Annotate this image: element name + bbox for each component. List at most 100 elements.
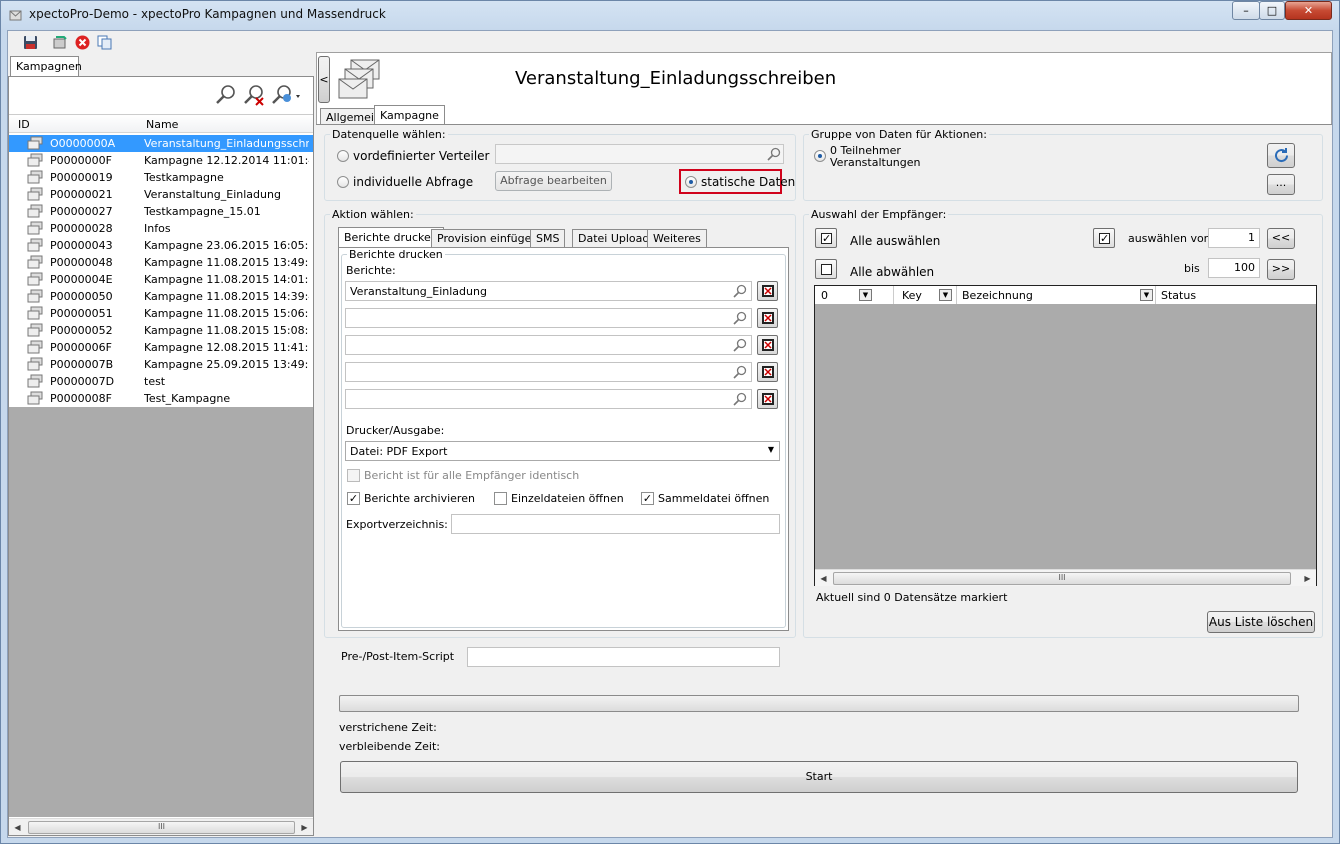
list-item[interactable]: P00000019 Testkampagne <box>9 169 313 186</box>
list-item[interactable]: O0000000A Veranstaltung_Einladungsschrei.… <box>9 135 313 152</box>
einzeldateien-checkbox[interactable] <box>494 492 507 505</box>
tab-sms[interactable]: SMS <box>530 229 566 248</box>
refresh-group-button[interactable] <box>1267 143 1295 168</box>
gruppe-legend: Gruppe von Daten für Aktionen: <box>809 128 989 141</box>
delete-icon[interactable] <box>74 34 91 51</box>
to-input[interactable]: 100 <box>1208 258 1260 278</box>
prev-range-button[interactable]: << <box>1267 228 1295 249</box>
next-range-button[interactable]: >> <box>1267 259 1295 280</box>
tab-kampagne[interactable]: Kampagne <box>374 105 445 125</box>
report-input[interactable] <box>345 335 752 355</box>
list-item[interactable]: P00000043 Kampagne 23.06.2015 16:05:13... <box>9 237 313 254</box>
list-item[interactable]: P00000048 Kampagne 11.08.2015 13:49:35... <box>9 254 313 271</box>
list-item[interactable]: P0000004E Kampagne 11.08.2015 14:01:52... <box>9 271 313 288</box>
report-input[interactable] <box>345 362 752 382</box>
report-input[interactable]: Veranstaltung_Einladung <box>345 281 752 301</box>
campaign-icon <box>27 340 43 354</box>
scroll-right-arrow[interactable]: ▶ <box>296 819 313 836</box>
list-item[interactable]: P0000006F Kampagne 12.08.2015 11:41:07... <box>9 339 313 356</box>
minimize-button[interactable]: – <box>1232 1 1260 20</box>
collapse-panel-button[interactable]: < <box>318 56 330 103</box>
grid-col-bezeichnung[interactable]: Bezeichnung <box>962 289 1033 302</box>
left-hscrollbar[interactable]: ◀ III ▶ <box>9 818 313 835</box>
save-icon[interactable] <box>22 34 39 51</box>
list-item[interactable]: P00000052 Kampagne 11.08.2015 15:08:07... <box>9 322 313 339</box>
filter-dropdown-icon[interactable]: ▼ <box>1140 289 1153 301</box>
scroll-left-arrow[interactable]: ◀ <box>815 570 832 587</box>
report-input[interactable] <box>345 308 752 328</box>
tab-provision-einfuegen[interactable]: Provision einfügen <box>431 229 545 248</box>
scroll-thumb[interactable]: III <box>28 821 295 834</box>
maximize-button[interactable]: □ <box>1259 1 1285 20</box>
tab-berichte-drucken[interactable]: Berichte drucken <box>338 227 444 248</box>
list-item[interactable]: P00000051 Kampagne 11.08.2015 15:06:56... <box>9 305 313 322</box>
scroll-left-arrow[interactable]: ◀ <box>9 819 26 836</box>
abfrage-bearbeiten-button[interactable]: Abfrage bearbeiten <box>495 171 612 191</box>
magnifier-icon[interactable] <box>733 311 747 325</box>
from-input[interactable]: 1 <box>1208 228 1260 248</box>
grid-col-status[interactable]: Status <box>1161 289 1196 302</box>
close-button[interactable]: ✕ <box>1285 1 1332 20</box>
grid-scroll-thumb[interactable]: III <box>833 572 1291 585</box>
report-preview-button[interactable] <box>757 335 778 355</box>
list-item[interactable]: P00000027 Testkampagne_15.01 <box>9 203 313 220</box>
grid-col-key[interactable]: Key <box>902 289 922 302</box>
identisch-checkbox[interactable] <box>347 469 360 482</box>
clear-search-icon[interactable] <box>242 84 266 106</box>
filter-dropdown-icon[interactable]: ▼ <box>939 289 952 301</box>
magnifier-icon[interactable] <box>733 284 747 298</box>
magnifier-icon[interactable] <box>733 392 747 406</box>
list-item[interactable]: P0000007D test <box>9 373 313 390</box>
scroll-right-arrow[interactable]: ▶ <box>1299 570 1316 587</box>
column-name[interactable]: Name <box>146 118 178 131</box>
radio-individuelle-abfrage[interactable] <box>337 176 349 188</box>
export-input[interactable] <box>451 514 780 534</box>
radio-gruppe[interactable] <box>814 150 826 162</box>
refresh-icon[interactable] <box>51 34 68 51</box>
drucker-select[interactable]: Datei: PDF Export ▼ <box>345 441 780 461</box>
radio-statische-daten[interactable] <box>685 176 697 188</box>
alle-abwaehlen-button[interactable] <box>815 259 837 279</box>
report-preview-button[interactable] <box>757 308 778 328</box>
campaign-id: P00000052 <box>50 324 113 337</box>
tab-weiteres[interactable]: Weiteres <box>647 229 707 248</box>
report-preview-button[interactable] <box>757 362 778 382</box>
list-item[interactable]: P0000000F Kampagne 12.12.2014 11:01:48... <box>9 152 313 169</box>
campaign-name: Kampagne 11.08.2015 14:39:47... <box>144 290 309 303</box>
radio-vordefinierter-verteiler[interactable] <box>337 150 349 162</box>
list-item[interactable]: P00000028 Infos <box>9 220 313 237</box>
report-input[interactable] <box>345 389 752 409</box>
search-settings-icon[interactable] <box>270 84 302 106</box>
verteiler-input[interactable] <box>495 144 784 164</box>
campaign-id: P00000048 <box>50 256 113 269</box>
tab-kampagnen[interactable]: Kampagnen <box>10 56 82 77</box>
magnifier-icon[interactable] <box>733 365 747 379</box>
magnifier-icon[interactable] <box>733 338 747 352</box>
sammeldatei-checkbox[interactable]: ✓ <box>641 492 654 505</box>
magnifier-icon[interactable] <box>767 147 781 161</box>
grid-col-0[interactable]: 0 <box>821 289 828 302</box>
chevron-down-icon: ▼ <box>767 445 774 454</box>
report-preview-button[interactable] <box>757 281 778 301</box>
script-input[interactable] <box>467 647 780 667</box>
list-item[interactable]: P0000007B Kampagne 25.09.2015 13:49:33... <box>9 356 313 373</box>
search-icon[interactable] <box>214 84 238 106</box>
report-icon <box>762 366 774 378</box>
list-item[interactable]: P00000021 Veranstaltung_Einladung <box>9 186 313 203</box>
copy-icon[interactable] <box>96 34 113 51</box>
filter-dropdown-icon[interactable]: ▼ <box>859 289 872 301</box>
campaign-icon <box>27 289 43 303</box>
tab-datei-upload[interactable]: Datei Upload <box>572 229 656 248</box>
aus-liste-loeschen-button[interactable]: Aus Liste löschen <box>1207 611 1315 633</box>
gruppe-more-button[interactable]: ... <box>1267 174 1295 195</box>
grid-hscrollbar[interactable]: ◀ III ▶ <box>815 569 1316 586</box>
list-item[interactable]: P00000050 Kampagne 11.08.2015 14:39:47... <box>9 288 313 305</box>
archivieren-checkbox[interactable]: ✓ <box>347 492 360 505</box>
alle-auswaehlen-button[interactable]: ✓ <box>815 228 837 248</box>
app-icon <box>9 10 22 21</box>
start-button[interactable]: Start <box>340 761 1298 793</box>
auswaehlen-von-button[interactable]: ✓ <box>1093 228 1115 248</box>
column-id[interactable]: ID <box>18 118 30 131</box>
report-preview-button[interactable] <box>757 389 778 409</box>
list-item[interactable]: P0000008F Test_Kampagne <box>9 390 313 407</box>
